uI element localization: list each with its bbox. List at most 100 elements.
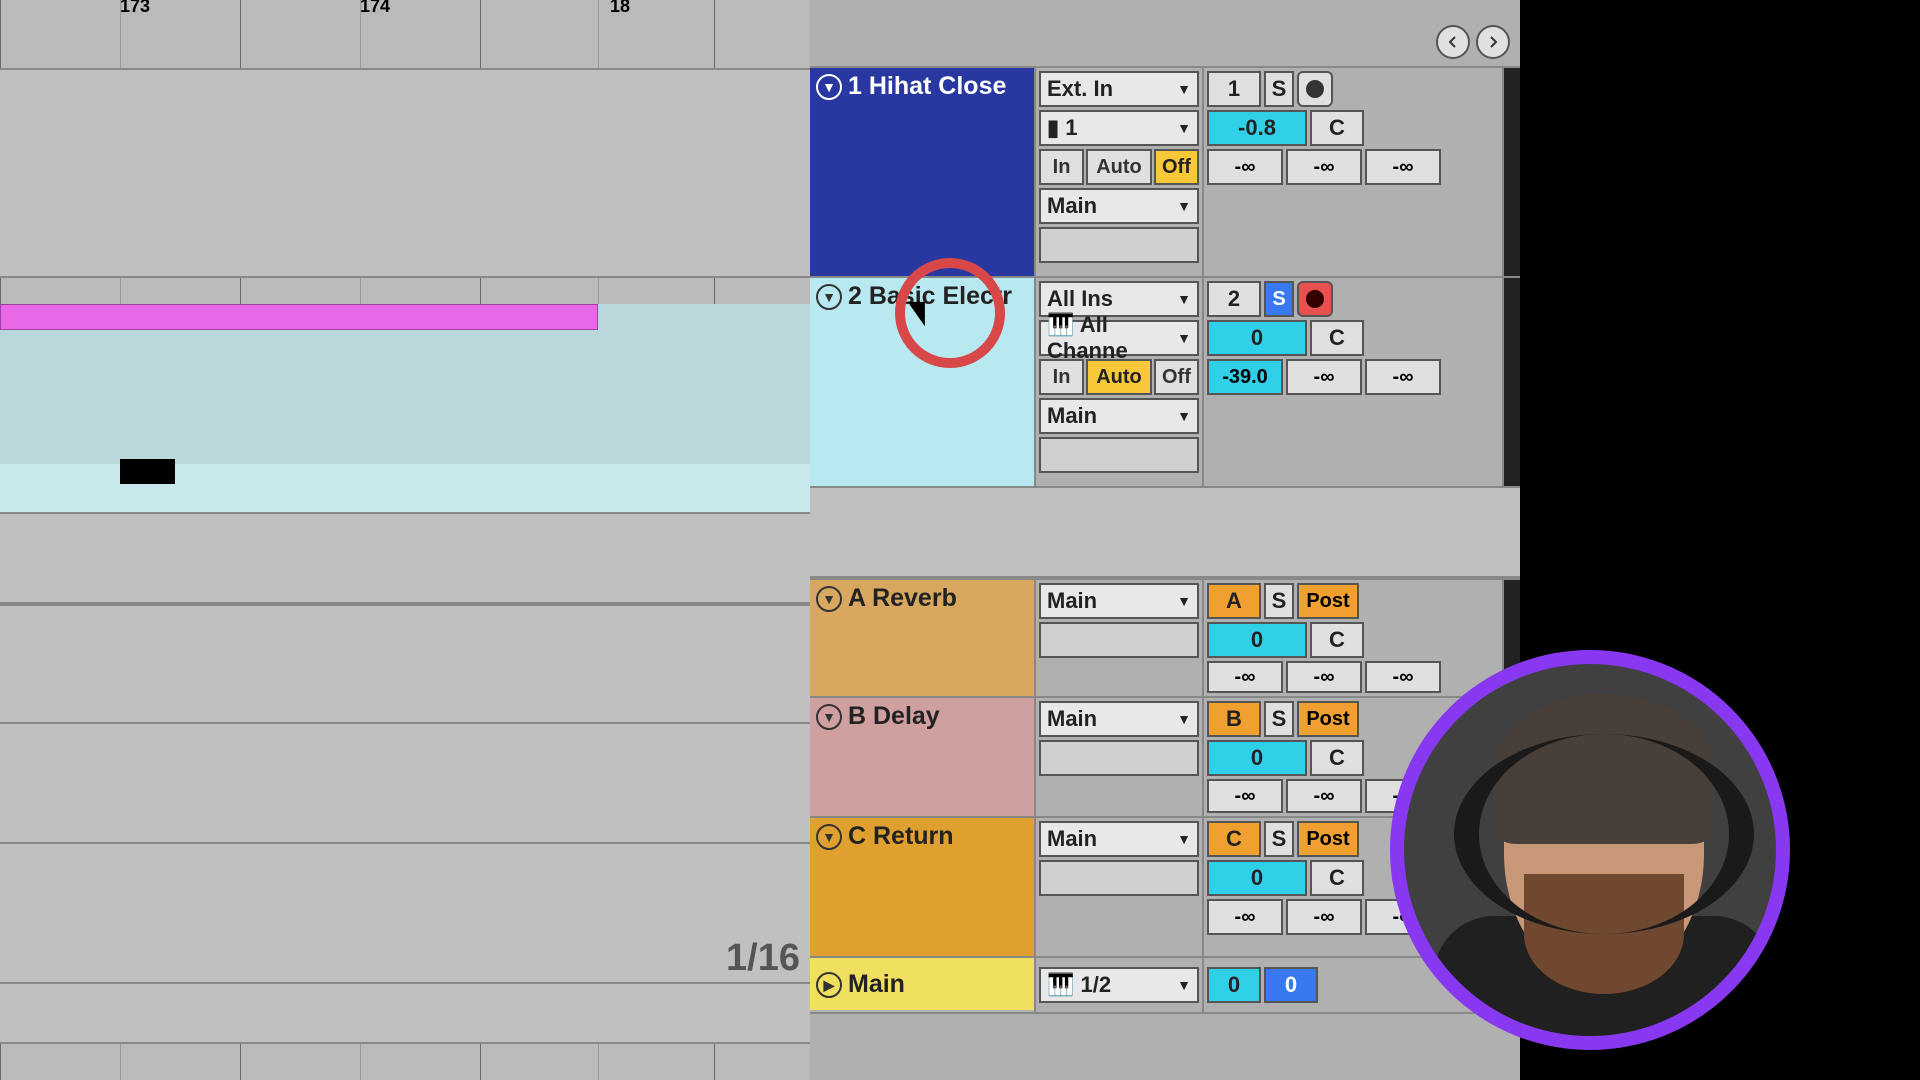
lane-hihat[interactable] [0, 68, 810, 278]
output-select[interactable]: Main▼ [1039, 701, 1199, 737]
pan-field[interactable]: C [1310, 740, 1364, 776]
lane-creturn[interactable]: 1/16 [0, 844, 810, 984]
monitor-in-button[interactable]: In [1039, 149, 1084, 185]
record-icon [1306, 80, 1324, 98]
send-c[interactable]: -∞ [1365, 149, 1441, 185]
input-channel-select[interactable]: ▮ 1▼ [1039, 110, 1199, 146]
fold-icon[interactable]: ▼ [816, 824, 842, 850]
track-strip-electric: ▼ 2 Basic Electr All Ins▼ 🎹 All Channe▼ … [810, 278, 1520, 488]
solo-button[interactable]: S [1264, 583, 1294, 619]
lane-gap [0, 514, 810, 604]
track-name: 1 Hihat Close [848, 72, 1006, 101]
main-output-select[interactable]: 🎹 1/2▼ [1039, 967, 1199, 1003]
send-c[interactable]: -∞ [1365, 661, 1441, 693]
output-sub[interactable] [1039, 860, 1199, 896]
timeline-panel[interactable]: re 173 174 18 1/16 [0, 0, 810, 1080]
monitor-auto-button[interactable]: Auto [1086, 149, 1152, 185]
chevron-down-icon: ▼ [1177, 408, 1191, 424]
track-name: 2 Basic Electr [848, 282, 1012, 311]
send-b[interactable]: -∞ [1286, 359, 1362, 395]
io-column: Main▼ [1034, 818, 1204, 956]
pan-field[interactable]: C [1310, 860, 1364, 896]
controls-column: 1 S -0.8 C -∞ -∞ -∞ [1204, 68, 1502, 276]
track-header-hihat[interactable]: ▼ 1 Hihat Close [810, 68, 1034, 276]
monitor-auto-button[interactable]: Auto [1086, 359, 1152, 395]
arm-button[interactable] [1297, 71, 1333, 107]
monitor-in-button[interactable]: In [1039, 359, 1084, 395]
track-name: B Delay [848, 702, 940, 731]
grid-signature[interactable]: 1/16 [726, 937, 800, 980]
pan-field[interactable]: C [1310, 110, 1364, 146]
drop-area[interactable] [810, 488, 1520, 578]
daw-container: re 173 174 18 1/16 [0, 0, 1520, 1080]
fold-icon[interactable]: ▼ [816, 74, 842, 100]
main-volume[interactable]: 0 [1207, 967, 1261, 1003]
io-column: Main▼ [1034, 580, 1204, 696]
nav-back-button[interactable] [1436, 25, 1470, 59]
monitor-off-button[interactable]: Off [1154, 149, 1199, 185]
track-header-main[interactable]: ▶ Main [810, 958, 1034, 1010]
output-sub[interactable] [1039, 437, 1199, 473]
cue-volume[interactable]: 0 [1264, 967, 1318, 1003]
output-select[interactable]: Main▼ [1039, 583, 1199, 619]
pan-field[interactable]: C [1310, 622, 1364, 658]
send-b[interactable]: -∞ [1286, 149, 1362, 185]
fold-icon[interactable]: ▼ [816, 284, 842, 310]
solo-button[interactable]: S [1264, 701, 1294, 737]
track-activator[interactable]: A [1207, 583, 1261, 619]
track-header-delay[interactable]: ▼ B Delay [810, 698, 1034, 816]
track-header-creturn[interactable]: ▼ C Return [810, 818, 1034, 956]
fold-icon[interactable]: ▼ [816, 586, 842, 612]
lane-reverb[interactable] [0, 604, 810, 724]
track-activator[interactable]: C [1207, 821, 1261, 857]
output-select[interactable]: Main▼ [1039, 821, 1199, 857]
solo-button[interactable]: S [1264, 281, 1294, 317]
send-c[interactable]: -∞ [1365, 359, 1441, 395]
send-a[interactable]: -∞ [1207, 661, 1283, 693]
midi-note[interactable] [120, 459, 175, 484]
monitor-off-button[interactable]: Off [1154, 359, 1199, 395]
send-a[interactable]: -∞ [1207, 899, 1283, 935]
volume-field[interactable]: -0.8 [1207, 110, 1307, 146]
volume-field[interactable]: 0 [1207, 622, 1307, 658]
send-b[interactable]: -∞ [1286, 661, 1362, 693]
post-button[interactable]: Post [1297, 821, 1359, 857]
track-name: A Reverb [848, 584, 957, 613]
output-sub[interactable] [1039, 740, 1199, 776]
lane-delay[interactable] [0, 724, 810, 844]
input-channel-select[interactable]: 🎹 All Channe▼ [1039, 320, 1199, 356]
input-type-select[interactable]: Ext. In▼ [1039, 71, 1199, 107]
track-activator[interactable]: 2 [1207, 281, 1261, 317]
level-meter [1502, 278, 1520, 486]
solo-button[interactable]: S [1264, 71, 1294, 107]
output-sub[interactable] [1039, 622, 1199, 658]
post-button[interactable]: Post [1297, 583, 1359, 619]
volume-field[interactable]: 0 [1207, 860, 1307, 896]
lane-main[interactable] [0, 984, 810, 1044]
midi-clip[interactable] [0, 304, 598, 330]
play-icon[interactable]: ▶ [816, 972, 842, 998]
output-select[interactable]: Main▼ [1039, 188, 1199, 224]
send-b[interactable]: -∞ [1286, 899, 1362, 935]
track-header-reverb[interactable]: ▼ A Reverb [810, 580, 1034, 696]
post-button[interactable]: Post [1297, 701, 1359, 737]
send-a[interactable]: -∞ [1207, 149, 1283, 185]
fold-icon[interactable]: ▼ [816, 704, 842, 730]
output-sub[interactable] [1039, 227, 1199, 263]
peak-level[interactable]: -39.0 [1207, 359, 1283, 395]
volume-field[interactable]: 0 [1207, 740, 1307, 776]
arm-button[interactable] [1297, 281, 1333, 317]
solo-button[interactable]: S [1264, 821, 1294, 857]
send-a[interactable]: -∞ [1207, 779, 1283, 813]
volume-field[interactable]: 0 [1207, 320, 1307, 356]
nav-forward-button[interactable] [1476, 25, 1510, 59]
lane-electric[interactable] [0, 304, 810, 514]
pan-field[interactable]: C [1310, 320, 1364, 356]
track-activator[interactable]: B [1207, 701, 1261, 737]
send-b[interactable]: -∞ [1286, 779, 1362, 813]
output-select[interactable]: Main▼ [1039, 398, 1199, 434]
track-header-electric[interactable]: ▼ 2 Basic Electr [810, 278, 1034, 486]
monitor-row: In Auto Off [1039, 359, 1199, 395]
track-activator[interactable]: 1 [1207, 71, 1261, 107]
io-column: Ext. In▼ ▮ 1▼ In Auto Off Main▼ [1034, 68, 1204, 276]
